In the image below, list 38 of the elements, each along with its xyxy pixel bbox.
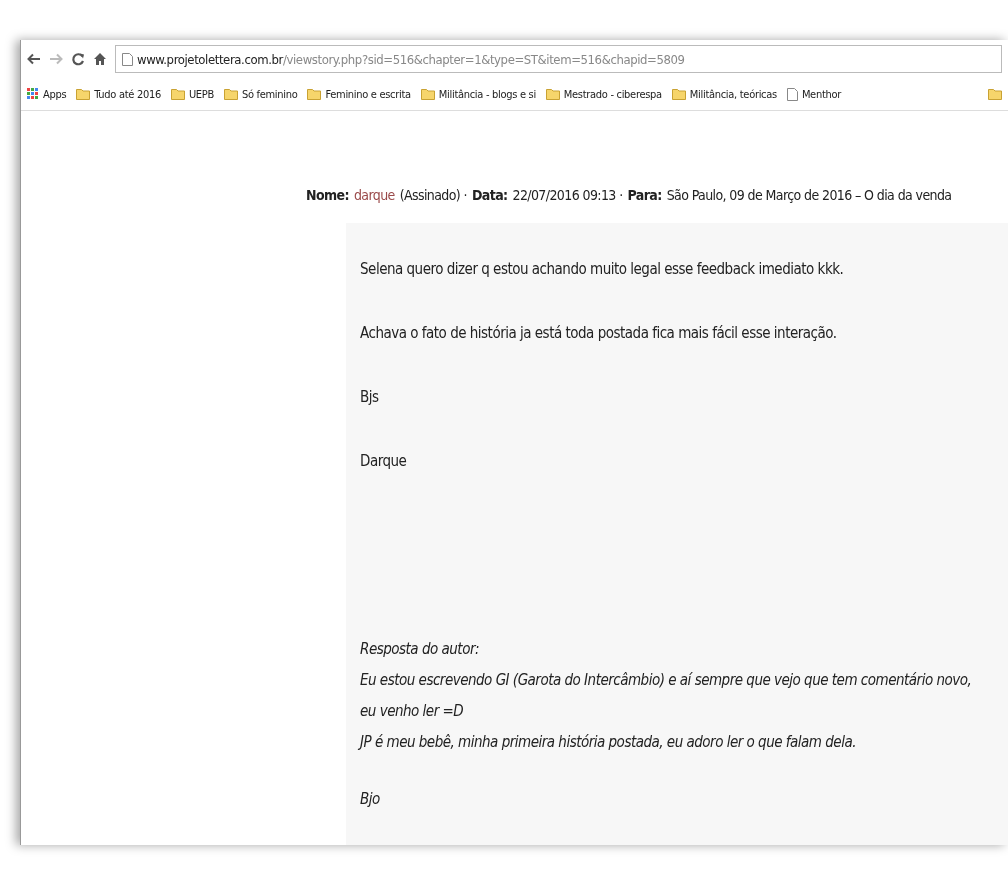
reply-text: Eu estou escrevendo GI (Garota do Intercâmbio) e aí sempre que vejo que tem comentário novo, eu venho ler =D (360, 670, 973, 722)
bookmark-item[interactable]: Mestrado - ciberespa (545, 87, 662, 101)
folder-icon (545, 88, 560, 100)
bookmark-item[interactable]: Feminino e escrita (307, 87, 411, 101)
folder-icon (223, 88, 238, 100)
bookmark-item[interactable]: Tudo até 2016 (76, 87, 161, 101)
home-icon[interactable] (93, 52, 107, 66)
back-icon[interactable] (27, 53, 41, 65)
bookmark-item[interactable]: Militância - blogs e si (420, 87, 536, 101)
bookmark-item[interactable]: Menthor (786, 87, 841, 101)
reload-icon[interactable] (71, 52, 85, 66)
comment-text: Achava o fato de história ja está toda postada fica mais fácil esse interação. (360, 323, 838, 344)
reply-text: JP é meu bebê, minha primeira história postada, eu adoro ler o que falam dela. (360, 732, 857, 753)
bookmark-item[interactable]: UEPB (170, 87, 214, 101)
signed-text: (Assinado) · (399, 187, 467, 203)
comment-text: Darque (360, 451, 408, 472)
page-icon (786, 87, 798, 101)
reply-sign: Bjo (360, 789, 381, 810)
bookmark-item[interactable]: Só feminino (223, 87, 298, 101)
bookmark-item[interactable]: Militância, teóricas (671, 87, 777, 101)
name-label: Nome: (306, 187, 349, 203)
folder-icon (170, 88, 185, 100)
apps-grid-icon (27, 88, 39, 100)
date-label: Data: (471, 187, 508, 203)
folder-icon (307, 88, 322, 100)
to-label: Para: (627, 187, 662, 203)
reply-title: Resposta do autor: (360, 639, 480, 660)
comment-text: Selena quero dizer q estou achando muito legal esse feedback imediato kkk. (360, 259, 845, 280)
author-link[interactable]: darque (353, 187, 395, 203)
date-text: 22/07/2016 09:13 · (512, 187, 623, 203)
address-bar[interactable]: www.projetolettera.com.br/viewstory.php?sid=516&chapter=1&type=ST&item=516&chapid=5809 (115, 45, 1002, 73)
comment-text: Bjs (360, 387, 380, 408)
chapter-title: São Paulo, 09 de Março de 2016 – O dia da venda (666, 187, 952, 203)
folder-icon (76, 88, 91, 100)
page-icon (122, 52, 133, 66)
folder-icon (671, 88, 686, 100)
bookmark-item[interactable]: Apps (27, 87, 67, 101)
folder-icon (420, 88, 435, 100)
